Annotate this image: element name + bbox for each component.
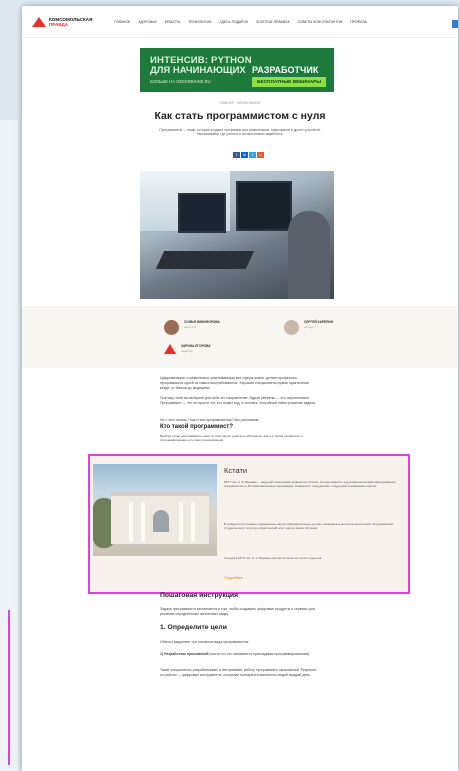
share-buttons: f in t v bbox=[233, 152, 264, 158]
logo-star-icon bbox=[32, 16, 46, 27]
article-lead: Программисты — люди, которые создают про… bbox=[159, 128, 321, 137]
callout-paragraph: В университете созданы современные научн… bbox=[224, 522, 394, 530]
nav-item[interactable]: ЗОЛОТЫЕ ПРАВИЛА bbox=[256, 20, 290, 24]
paragraph: Обычно выделяют три основных вида програ… bbox=[160, 640, 249, 644]
info-callout: Кстати МГТУ им. Н. Э. Баумана — ведущий … bbox=[88, 454, 410, 594]
banner-cta-button[interactable]: БЕСПЛАТНЫЕ ВЕБИНАРЫ bbox=[252, 77, 326, 87]
browser-page: КОМСОМОЛЬСКАЯ ПРАВДА ГЛАВНОЕ ЗДОРОВЬЕ КР… bbox=[22, 6, 458, 771]
authors-section: СОФЬЯ НИКИФОРОВА автор КП СЕРГЕЙ КАРЕЛИН… bbox=[22, 306, 458, 368]
breadcrumb[interactable]: ГЛАВНАЯ · ОБРАЗОВАНИЕ bbox=[22, 101, 458, 105]
author-name: СОФЬЯ НИКИФОРОВА bbox=[184, 320, 220, 324]
read-more-link[interactable]: Подробнее → bbox=[224, 576, 247, 580]
author-role: эксперт bbox=[304, 325, 314, 329]
callout-title: Кстати bbox=[224, 466, 248, 475]
nav-item[interactable]: ТЕХНОЛОГИИ bbox=[188, 20, 211, 24]
banner-link[interactable]: БОЛЬШЕ НА GEEKBRAINS.RU bbox=[150, 79, 211, 84]
avatar bbox=[284, 320, 299, 335]
section-heading: Кто такой программист? bbox=[160, 424, 234, 430]
nav-item[interactable]: ЗДЕСЬ ПОДАРОК bbox=[219, 20, 248, 24]
facebook-icon[interactable]: f bbox=[233, 152, 240, 158]
paragraph: Цифровизация, стремительно охватывающая … bbox=[160, 376, 309, 390]
nav-item[interactable]: ЗДОРОВЬЕ bbox=[138, 20, 157, 24]
author-card[interactable]: ЗАРИНА ЕГОРОВА редактор bbox=[164, 344, 211, 354]
section-heading: Пошаговая инструкция bbox=[160, 592, 239, 599]
paragraph: Такие специалисты разрабатывают и настра… bbox=[160, 668, 317, 677]
logo-line-1: КОМСОМОЛЬСКАЯ bbox=[49, 16, 93, 22]
inline-text: (почти тот, кто занимается прикладным пр… bbox=[208, 652, 311, 656]
nav-item[interactable]: СОВЕТЫ КОНСУЛЬТАНТОВ bbox=[298, 20, 343, 24]
author-name: СЕРГЕЙ КАРЕЛИН bbox=[304, 320, 333, 324]
selection-outline-fragment bbox=[8, 610, 10, 765]
author-role: автор КП bbox=[184, 325, 196, 329]
inline-bold-label: 1) Разработчик приложений bbox=[160, 652, 209, 656]
paragraph: Но с чего начать? Как стать программисто… bbox=[160, 418, 260, 422]
hero-image bbox=[140, 171, 334, 299]
university-photo bbox=[93, 464, 217, 556]
nav-item[interactable]: ГЛАВНОЕ bbox=[114, 20, 130, 24]
telegram-icon[interactable]: t bbox=[249, 152, 256, 158]
logo-line-2: ПРАВДА bbox=[49, 21, 69, 27]
site-header: КОМСОМОЛЬСКАЯ ПРАВДА ГЛАВНОЕ ЗДОРОВЬЕ КР… bbox=[22, 6, 458, 38]
nav-item[interactable]: КРАСОТА bbox=[165, 20, 180, 24]
vk-icon[interactable]: v bbox=[257, 152, 264, 158]
callout-paragraph: Сегодня в МГТУ им. Н. Э. Баумана обучает… bbox=[224, 556, 322, 560]
author-name: ЗАРИНА ЕГОРОВА bbox=[181, 344, 211, 348]
author-role: редактор bbox=[181, 349, 193, 353]
avatar bbox=[164, 320, 179, 335]
linkedin-icon[interactable]: in bbox=[241, 152, 248, 158]
callout-paragraph: МГТУ им. Н. Э. Баумана — ведущий техниче… bbox=[224, 480, 396, 488]
author-card[interactable]: СОФЬЯ НИКИФОРОВА автор КП bbox=[164, 320, 220, 335]
paragraph: 1) Разработчик приложений (почти тот, кт… bbox=[160, 652, 320, 657]
paragraph: Поэтому, если вы выбрали для себя это на… bbox=[160, 396, 316, 405]
step-heading: 1. Определите цели bbox=[160, 624, 227, 631]
main-nav: ГЛАВНОЕ ЗДОРОВЬЕ КРАСОТА ТЕХНОЛОГИИ ЗДЕС… bbox=[114, 20, 367, 24]
paragraph: Вообще слово «программист» само по себе … bbox=[160, 434, 303, 442]
kp-logo-icon bbox=[164, 344, 176, 354]
header-action-button[interactable] bbox=[452, 20, 458, 28]
page-title: Как стать программистом с нуля bbox=[154, 110, 326, 122]
nav-item[interactable]: ПРОФИЛЬ bbox=[350, 20, 367, 24]
banner-line-2: ДЛЯ НАЧИНАЮЩИХ bbox=[150, 65, 246, 76]
paragraph: Задача программиста заключается в том, ч… bbox=[160, 607, 315, 616]
site-logo[interactable]: КОМСОМОЛЬСКАЯ ПРАВДА bbox=[32, 16, 93, 27]
ad-banner[interactable]: ИНТЕНСИВ: PYTHON ДЛЯ НАЧИНАЮЩИХ РАЗРАБОТ… bbox=[140, 48, 334, 92]
banner-line-3: РАЗРАБОТЧИК bbox=[252, 65, 319, 75]
author-card[interactable]: СЕРГЕЙ КАРЕЛИН эксперт bbox=[284, 320, 333, 335]
